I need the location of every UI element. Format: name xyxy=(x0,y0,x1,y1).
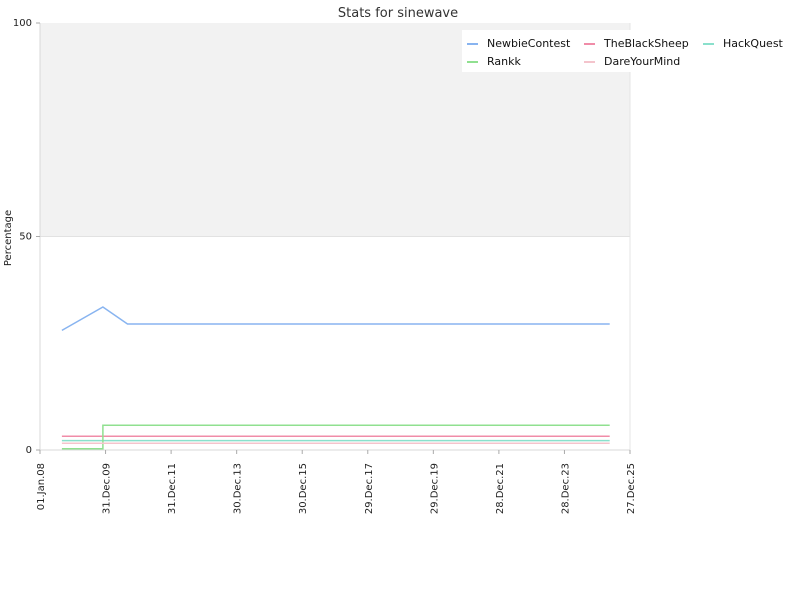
x-tick-label: 31.Dec.09 xyxy=(102,463,113,514)
legend-label: Rankk xyxy=(487,55,521,68)
legend-label: NewbieContest xyxy=(487,37,571,50)
legend-label: DareYourMind xyxy=(604,55,680,68)
series-line-newbiecontest xyxy=(61,306,610,332)
x-tick-label: 30.Dec.15 xyxy=(298,463,309,514)
plot-area: 0 50 100 01.Jan.08 31.Dec.09 31.Dec.11 30.Dec.… xyxy=(13,18,637,514)
x-tick-label: 28.Dec.23 xyxy=(560,463,571,514)
x-tick-label: 28.Dec.21 xyxy=(495,463,506,514)
x-tick-label: 30.Dec.13 xyxy=(233,463,244,514)
x-tick-label: 29.Dec.19 xyxy=(429,463,440,514)
x-tick-label: 31.Dec.11 xyxy=(167,463,178,514)
y-tick-label: 50 xyxy=(19,232,32,243)
chart: Stats for sinewave Percentage 0 50 100 01.J… xyxy=(3,6,784,514)
legend-label: TheBlackSheep xyxy=(603,37,689,50)
x-tick-label: 01.Jan.08 xyxy=(36,463,47,510)
y-tick-label: 0 xyxy=(26,445,32,456)
legend: NewbieContest TheBlackSheep HackQuest Rankk… xyxy=(462,30,784,72)
chart-title: Stats for sinewave xyxy=(338,6,458,21)
x-tick-label: 27.Dec.25 xyxy=(626,463,637,514)
x-tick-label: 29.Dec.17 xyxy=(364,463,375,514)
legend-label: HackQuest xyxy=(723,37,784,50)
y-tick-label: 100 xyxy=(13,18,32,29)
y-axis-label: Percentage xyxy=(3,210,14,266)
